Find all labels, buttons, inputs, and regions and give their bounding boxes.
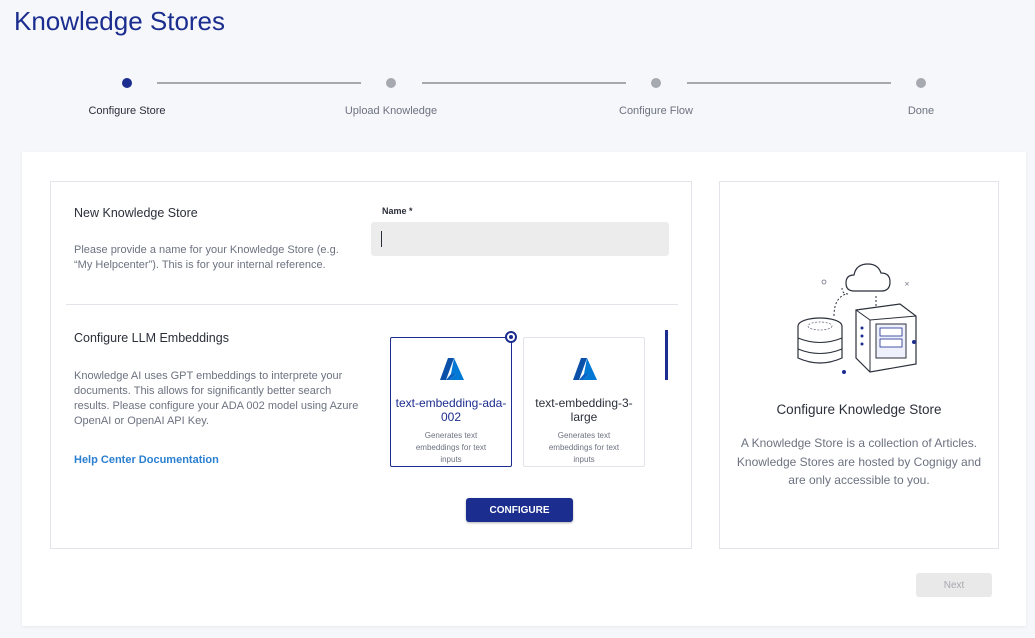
model-description: Generates text embeddings for text input…	[548, 431, 620, 464]
step-label: Done	[907, 105, 935, 117]
models-scrollbar[interactable]	[665, 330, 668, 380]
model-name: text-embedding-ada-002	[395, 396, 507, 424]
model-card-3-large[interactable]: text-embedding-3-large Generates text em…	[523, 337, 645, 467]
step-dot	[916, 78, 926, 88]
next-button[interactable]: Next	[916, 573, 992, 597]
name-label: Name *	[382, 206, 413, 216]
store-section-description: Please provide a name for your Knowledge…	[74, 244, 339, 271]
info-title: Configure Knowledge Store	[776, 402, 942, 417]
text-cursor	[381, 231, 382, 247]
step-upload-knowledge[interactable]: Upload Knowledge	[311, 70, 471, 117]
stepper: Configure Store Upload Knowledge Configu…	[0, 70, 1035, 130]
section-divider	[66, 304, 678, 305]
azure-logo-icon	[573, 358, 597, 380]
model-name: text-embedding-3-large	[535, 396, 633, 424]
step-dot	[651, 78, 661, 88]
store-form-panel: New Knowledge Store Please provide a nam…	[50, 181, 692, 549]
step-dot	[122, 78, 132, 88]
model-card-ada-002[interactable]: text-embedding-ada-002 Generates text em…	[390, 337, 512, 467]
step-done[interactable]: Done	[841, 70, 1001, 117]
help-center-link[interactable]: Help Center Documentation	[74, 454, 219, 466]
azure-logo-icon	[440, 358, 464, 380]
step-configure-flow[interactable]: Configure Flow	[576, 70, 736, 117]
svg-text:×: ×	[904, 280, 910, 288]
step-dot	[386, 78, 396, 88]
step-label: Upload Knowledge	[344, 105, 438, 117]
store-section-title: New Knowledge Store	[74, 206, 198, 220]
step-label: Configure Store	[88, 105, 166, 117]
model-selected-radio[interactable]	[505, 331, 517, 343]
info-description: A Knowledge Store is a collection of Art…	[736, 436, 982, 487]
cloud-database-server-illustration: ×	[797, 263, 917, 374]
info-panel: × Configure Knowledge Store A Knowledge	[719, 181, 999, 549]
page-title: Knowledge Stores	[14, 6, 226, 36]
configure-button[interactable]: CONFIGURE	[466, 498, 573, 522]
name-input[interactable]	[371, 222, 669, 256]
step-configure-store[interactable]: Configure Store	[47, 70, 207, 117]
embeddings-section-description: Knowledge AI uses GPT embeddings to inte…	[74, 370, 359, 427]
main-card: New Knowledge Store Please provide a nam…	[22, 152, 1026, 626]
step-label: Configure Flow	[619, 105, 693, 117]
embeddings-section-title: Configure LLM Embeddings	[74, 331, 229, 345]
model-description: Generates text embeddings for text input…	[415, 431, 487, 464]
